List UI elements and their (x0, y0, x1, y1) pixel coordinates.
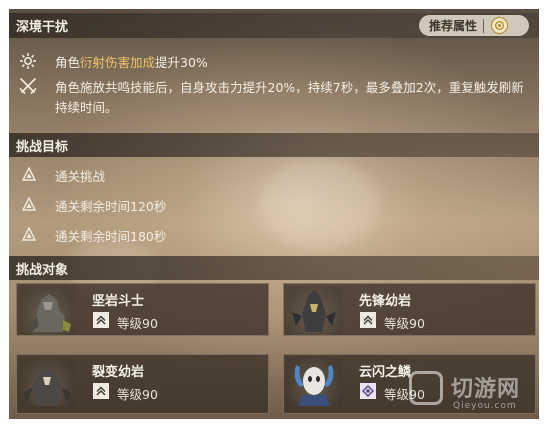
objective-item: 通关挑战 (9, 165, 539, 185)
crossed-swords-icon (19, 77, 37, 95)
target-name: 云闪之鳞 (359, 365, 412, 380)
chevron-rank-icon (360, 312, 376, 328)
recommend-label: 推荐属性 (429, 19, 478, 33)
objective-label: 通关剩余时间120秒 (55, 199, 167, 214)
interference-title: 深境干扰 (16, 20, 69, 35)
triangle-rune-icon (21, 166, 37, 181)
target-name: 坚岩斗士 (92, 294, 145, 309)
enemy-portrait (19, 357, 75, 406)
effect-row: 角色衍射伤害加成提升30% (9, 52, 539, 72)
effect-row: 角色施放共鸣技能后，自身攻击力提升20%，持续7秒，最多叠加2次，重复触发刷新持… (9, 77, 539, 119)
target-level: 等级90 (384, 387, 425, 402)
effect-suffix: 提升30% (155, 55, 208, 70)
targets-title: 挑战对象 (16, 262, 69, 278)
sun-burst-icon (19, 52, 37, 70)
effect-text: 角色衍射伤害加成提升30% (55, 53, 525, 73)
target-card[interactable]: 云闪之鳞 等级90 (283, 354, 536, 414)
objective-item: 通关剩余时间180秒 (9, 225, 539, 245)
objective-item: 通关剩余时间120秒 (9, 195, 539, 215)
effect-prefix: 角色 (55, 55, 81, 70)
enemy-portrait (286, 357, 342, 406)
target-card[interactable]: 先锋幼岩 等级90 (283, 283, 536, 336)
target-name: 裂变幼岩 (92, 365, 145, 380)
divider (483, 18, 485, 33)
objective-label: 通关挑战 (55, 169, 106, 184)
targets-header: 挑战对象 (9, 256, 539, 280)
chevron-rank-icon (93, 312, 109, 328)
triangle-rune-icon (21, 226, 37, 241)
interference-header: 深境干扰 推荐属性 (9, 13, 539, 38)
objectives-header: 挑战目标 (9, 133, 539, 157)
challenge-panel: 深境干扰 推荐属性 角色衍射伤害加成提升30% 角色施放共鸣技能后，自身攻击力提… (9, 9, 539, 419)
enemy-portrait (286, 286, 342, 335)
target-card[interactable]: 坚岩斗士 等级90 (16, 283, 269, 336)
boss-rank-icon (360, 383, 376, 399)
target-level: 等级90 (384, 316, 425, 331)
objectives-title: 挑战目标 (16, 139, 69, 155)
diffraction-element-icon (491, 17, 509, 34)
target-level: 等级90 (117, 316, 158, 331)
target-name: 先锋幼岩 (359, 294, 412, 309)
triangle-rune-icon (21, 196, 37, 211)
target-level: 等级90 (117, 387, 158, 402)
effect-highlight: 衍射伤害加成 (80, 55, 156, 70)
recommend-attribute-button[interactable]: 推荐属性 (419, 15, 529, 36)
objective-label: 通关剩余时间180秒 (55, 229, 167, 244)
effect-text: 角色施放共鸣技能后，自身攻击力提升20%，持续7秒，最多叠加2次，重复触发刷新持… (55, 80, 524, 115)
enemy-portrait (19, 286, 75, 335)
target-card[interactable]: 裂变幼岩 等级90 (16, 354, 269, 414)
chevron-rank-icon (93, 383, 109, 399)
